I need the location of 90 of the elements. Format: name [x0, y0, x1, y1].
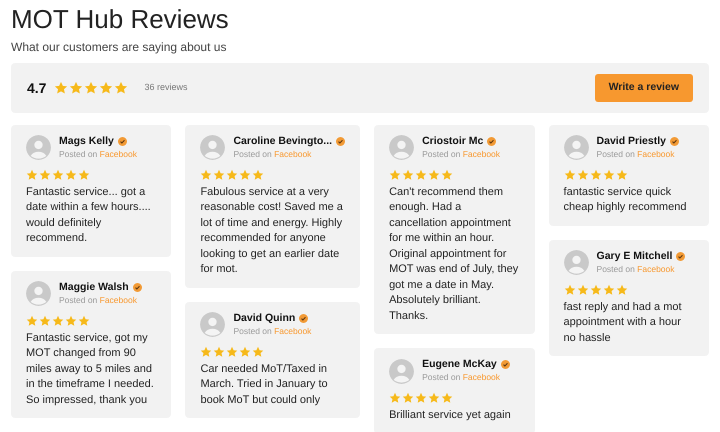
avatar-icon	[26, 281, 51, 306]
star-icon	[39, 314, 51, 326]
avatar-icon	[564, 135, 589, 160]
star-icon	[402, 168, 414, 181]
star-icon	[428, 392, 440, 404]
star-icon	[402, 392, 414, 404]
reviewer-name: Gary E Mitchell	[596, 250, 672, 263]
star-icon	[65, 314, 77, 326]
reviewer-name: Eugene McKay	[422, 358, 497, 372]
star-icon	[564, 284, 576, 296]
reviewer-name: David Quinn	[233, 312, 296, 325]
star-icon	[564, 168, 576, 181]
star-icon	[114, 81, 128, 95]
posted-on-text: Posted on Facebook	[233, 324, 312, 338]
posted-on-text: Posted on Facebook	[596, 148, 676, 161]
avatar-icon	[200, 135, 226, 160]
reviewer-name: Maggie Walsh	[59, 280, 129, 294]
star-icon	[602, 168, 615, 181]
posted-on-text: Posted on Facebook	[233, 148, 312, 161]
reviewer-name: Caroline Bevingto...	[233, 135, 332, 148]
verified-badge-icon	[676, 252, 686, 261]
star-icon	[200, 346, 212, 358]
verified-badge-icon	[487, 137, 496, 146]
verified-badge-icon	[336, 137, 346, 146]
reviewer-name: Mags Kelly	[59, 135, 114, 148]
star-icon	[26, 168, 38, 181]
star-icon	[441, 168, 454, 181]
star-icon	[389, 168, 402, 181]
verified-badge-icon	[132, 282, 142, 292]
avatar-icon	[200, 312, 226, 338]
star-icon	[415, 392, 428, 404]
star-icon	[78, 314, 90, 326]
star-icon	[226, 168, 238, 181]
star-icon	[590, 284, 602, 296]
star-icon	[52, 314, 64, 326]
review-count: 36 reviews	[144, 81, 188, 94]
star-icon	[590, 168, 602, 181]
verified-badge-icon	[500, 360, 510, 370]
star-icon	[252, 168, 264, 181]
star-icon	[99, 81, 114, 95]
review-text: Car needed MoT/Taxed in March. Tried in January to book MoT but could only	[200, 362, 329, 408]
posted-on-text: Posted on Facebook	[59, 148, 137, 161]
average-rating: 4.7	[27, 78, 46, 98]
posted-on-text: Posted on Facebook	[59, 294, 138, 306]
star-icon	[84, 81, 98, 95]
star-icon	[52, 168, 64, 181]
verified-badge-icon	[118, 137, 127, 146]
star-icon	[54, 81, 68, 95]
star-icon	[602, 284, 615, 296]
star-icon	[200, 168, 212, 181]
reviewer-name: Criostoir Mc	[422, 135, 484, 148]
star-icon	[616, 168, 628, 181]
star-icon	[441, 392, 454, 404]
page-subtitle: What our customers are saying about us	[11, 39, 228, 56]
star-icon	[69, 81, 84, 95]
reviewer-name: David Priestly	[596, 135, 666, 148]
review-text: fast reply and had a mot appointment with a hour no hassle	[564, 300, 683, 346]
star-icon	[26, 314, 38, 326]
review-text: Fantastic service... got a date within a few hours.... would definitely recommend.	[26, 184, 152, 246]
review-text: Fantastic service, got my MOT changed from 90 miles away to 5 miles and in the timeframe I needed. So impressed, thank you	[26, 330, 155, 408]
star-icon	[576, 284, 589, 296]
star-icon	[213, 346, 226, 358]
review-text: Can't recommend them enough. Had a cancellation appointment for me within an hour. Original appointment for MOT was end of July, they got me a date in May. Absolutely brilliant. Thanks.	[389, 184, 520, 324]
posted-on-text: Posted on Facebook	[422, 148, 500, 161]
star-icon	[65, 168, 77, 181]
posted-on-text: Posted on Facebook	[596, 262, 676, 276]
posted-on-text: Posted on Facebook	[422, 371, 502, 384]
review-text: fantastic service quick cheap highly recommend	[564, 184, 688, 216]
star-icon	[415, 168, 428, 181]
star-icon	[576, 168, 589, 181]
star-icon	[239, 168, 252, 181]
star-icon	[226, 346, 238, 358]
verified-badge-icon	[299, 314, 308, 323]
star-icon	[213, 168, 226, 181]
review-text: Brilliant service yet again	[389, 408, 512, 423]
page-title: MOT Hub Reviews	[11, 4, 230, 34]
star-icon	[239, 346, 252, 358]
avatar-icon	[389, 358, 414, 384]
star-icon	[252, 346, 264, 358]
verified-badge-icon	[670, 137, 679, 146]
star-icon	[389, 392, 402, 404]
avatar-icon	[389, 135, 414, 160]
star-icon	[428, 168, 440, 181]
review-text: Fabulous service at a very reasonable cost! Saved me a lot of time and energy. Highly recommended for anyone looking to get an earlier date for mot.	[200, 184, 344, 278]
star-icon	[39, 168, 51, 181]
star-icon	[78, 168, 90, 181]
avatar-icon	[26, 135, 51, 160]
avatar-icon	[564, 250, 589, 276]
write-review-button[interactable]: Write a review	[594, 74, 693, 102]
star-icon	[616, 284, 628, 296]
